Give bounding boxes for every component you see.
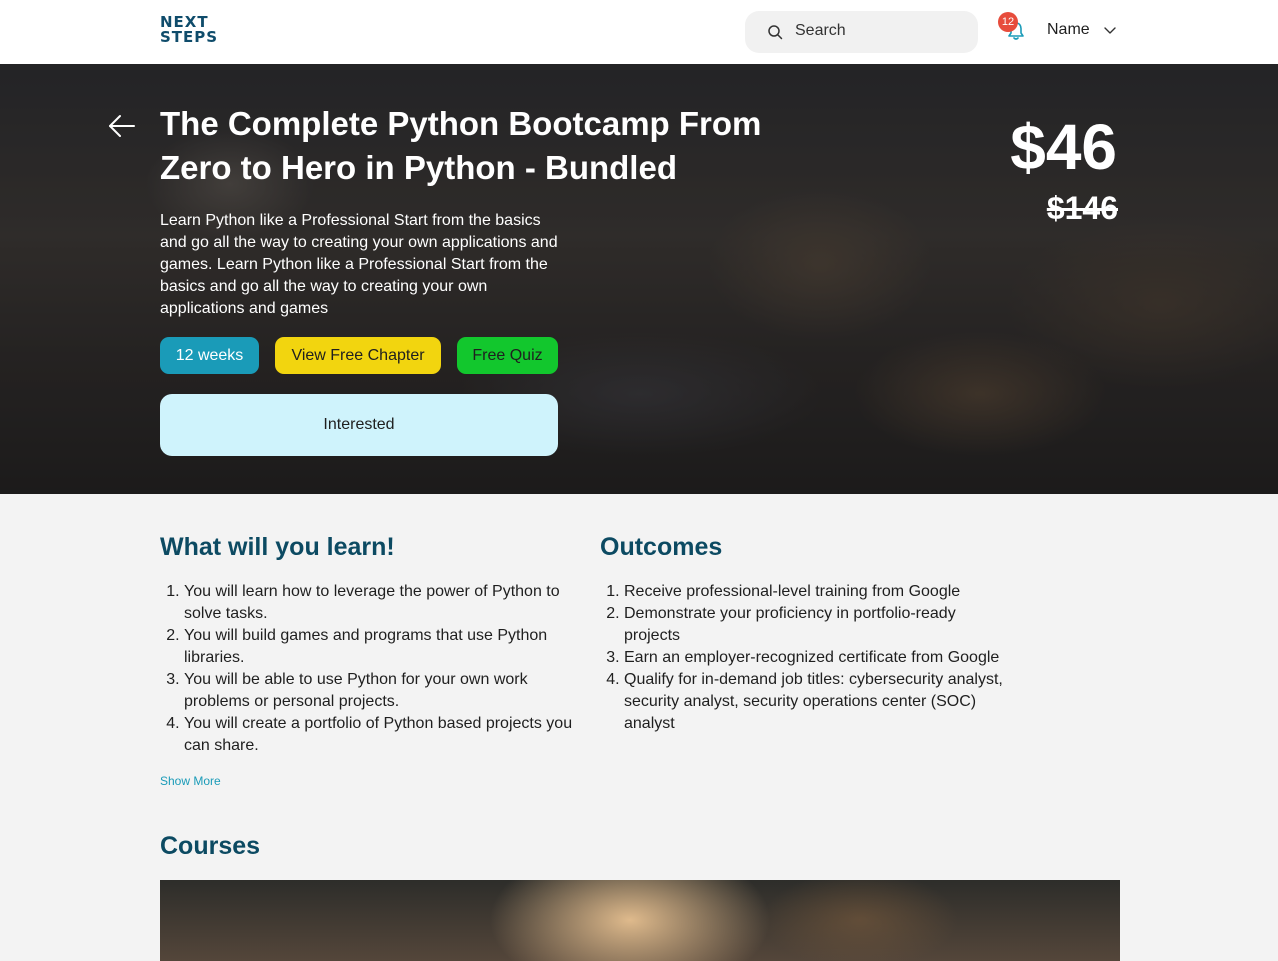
list-item: You will be able to use Python for your … <box>184 669 584 713</box>
interested-button[interactable]: Interested <box>160 394 558 456</box>
list-item: You will learn how to leverage the power… <box>184 581 584 625</box>
course-description: Learn Python like a Professional Start f… <box>160 212 558 317</box>
courses-section-title: Courses <box>160 832 261 860</box>
search-placeholder: Search <box>795 22 846 39</box>
chevron-down-icon[interactable] <box>1103 25 1117 35</box>
learn-section-title: What will you learn! <box>160 533 395 561</box>
top-navigation-bar: NEXT STEPS Search 12 Name <box>0 0 1278 64</box>
course-card-image[interactable] <box>160 880 1120 961</box>
show-more-link[interactable]: Show More <box>160 774 221 788</box>
list-item: Qualify for in-demand job titles: cybers… <box>624 669 1004 735</box>
course-hero-banner: The Complete Python Bootcamp From Zero t… <box>0 64 1278 494</box>
course-price: $46 <box>1010 111 1117 183</box>
search-icon <box>768 25 783 40</box>
list-item: Receive professional-level training from… <box>624 581 1004 603</box>
course-title: The Complete Python Bootcamp From Zero t… <box>160 105 762 186</box>
next-steps-logo[interactable]: NEXT STEPS <box>160 15 220 49</box>
learn-list: You will learn how to leverage the power… <box>160 581 584 757</box>
course-original-price: $146 <box>1046 190 1118 226</box>
outcomes-list: Receive professional-level training from… <box>600 581 1004 735</box>
logo-line-2: STEPS <box>160 28 219 46</box>
view-free-chapter-button[interactable]: View Free Chapter <box>275 337 441 374</box>
user-name[interactable]: Name <box>1047 21 1090 39</box>
back-arrow-icon[interactable] <box>108 114 136 138</box>
duration-badge: 12 weeks <box>160 337 259 374</box>
list-item: You will build games and programs that u… <box>184 625 584 669</box>
search-box[interactable]: Search <box>745 11 978 53</box>
list-item: Earn an employer-recognized certificate … <box>624 647 1004 669</box>
notification-count-badge: 12 <box>998 12 1018 32</box>
free-quiz-button[interactable]: Free Quiz <box>457 337 558 374</box>
list-item: Demonstrate your proficiency in portfoli… <box>624 603 1004 647</box>
list-item: You will create a portfolio of Python ba… <box>184 713 584 757</box>
outcomes-section-title: Outcomes <box>600 533 723 561</box>
